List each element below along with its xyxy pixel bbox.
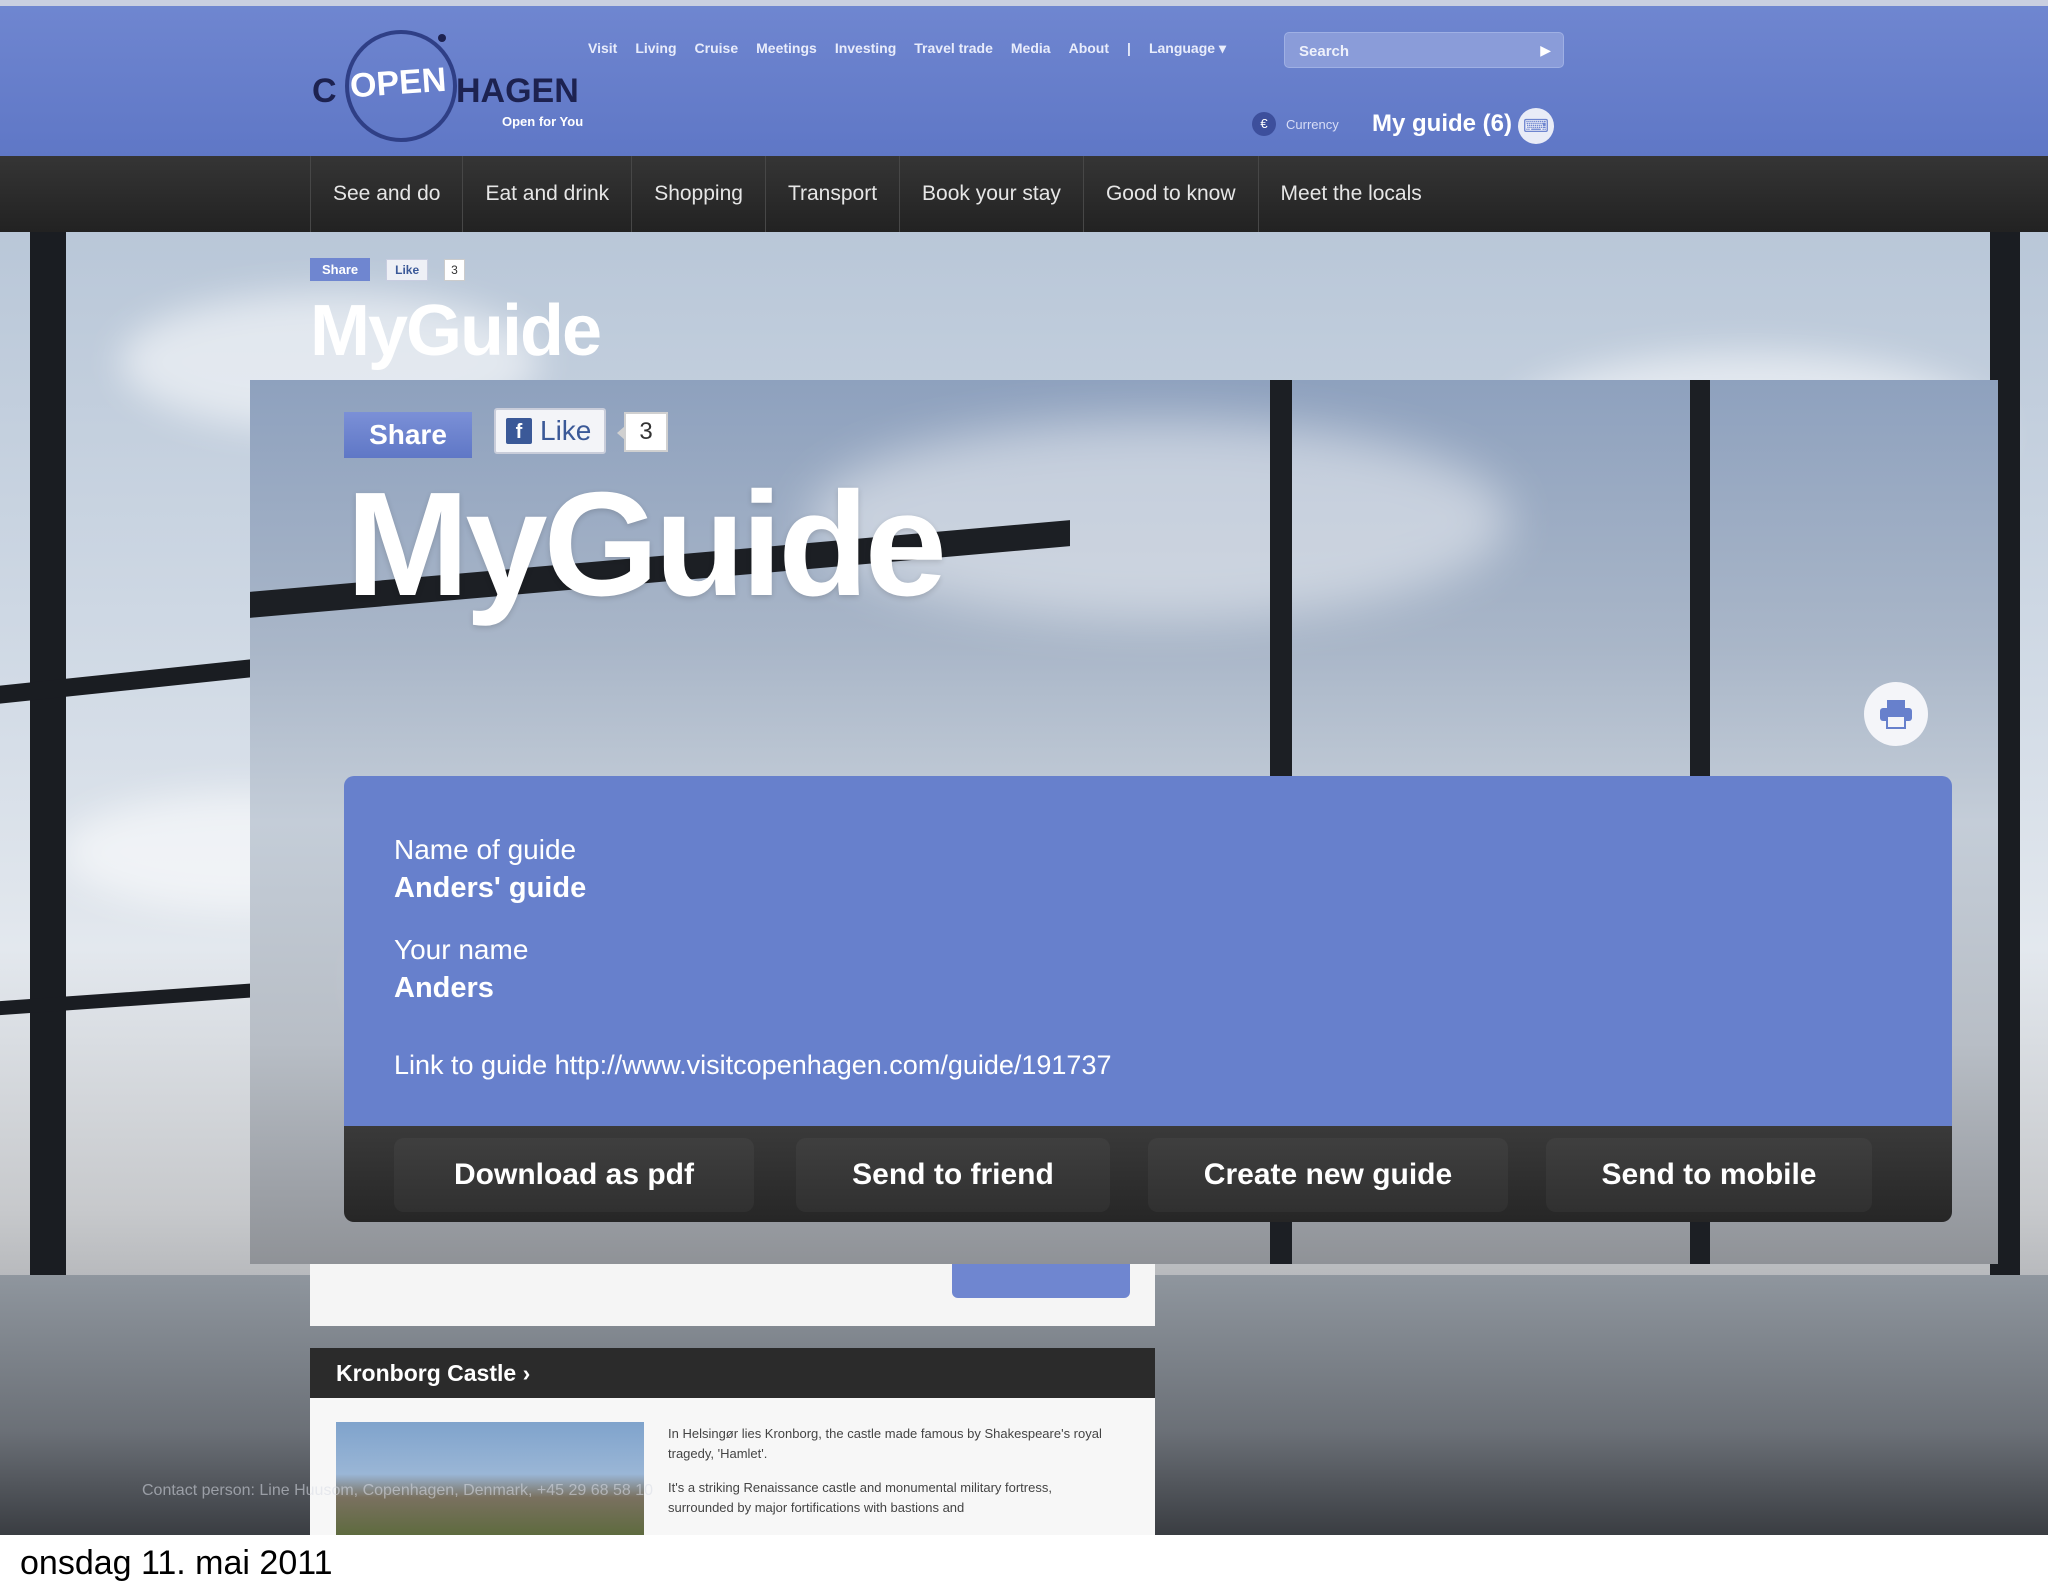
top-nav-living[interactable]: Living <box>635 40 676 57</box>
facebook-icon: f <box>506 418 532 444</box>
listing-header[interactable]: Kronborg Castle › <box>310 1348 1155 1398</box>
search-box: ▶ <box>1284 32 1564 68</box>
guide-name-label: Name of guide <box>394 834 577 865</box>
listing-text: In Helsingør lies Kronborg, the castle m… <box>668 1424 1108 1532</box>
like-label: Like <box>540 415 592 446</box>
euro-circle-icon: € <box>1252 112 1276 136</box>
your-name-label: Your name <box>394 934 529 965</box>
small-page-title: MyGuide <box>310 291 602 371</box>
send-to-friend-button[interactable]: Send to friend <box>796 1138 1110 1212</box>
download-pdf-button[interactable]: Download as pdf <box>394 1138 754 1212</box>
top-nav-media[interactable]: Media <box>1011 40 1051 57</box>
search-input[interactable] <box>1299 40 1519 62</box>
like-count: 3 <box>617 412 668 452</box>
your-name-value: Anders <box>394 972 494 1004</box>
listing-text-1: In Helsingør lies Kronborg, the castle m… <box>668 1426 1102 1461</box>
small-share-bar: Share Like 3 <box>310 258 465 281</box>
currency-label: Currency <box>1286 116 1339 132</box>
zoomed-guide-panel: Share f Like 3 MyGuide Name of guide And… <box>250 380 1998 1264</box>
top-nav-visit[interactable]: Visit <box>588 40 617 57</box>
small-like-count: 3 <box>444 258 465 281</box>
contact-footer: Contact person: Line Huusom, Copenhagen,… <box>142 1482 653 1499</box>
slide-date: onsdag 11. mai 2011 <box>20 1544 333 1582</box>
guide-link[interactable]: Link to guide http://www.visitcopenhagen… <box>394 1050 1111 1081</box>
category-shopping[interactable]: Shopping <box>631 156 765 232</box>
category-good-to-know[interactable]: Good to know <box>1082 156 1258 232</box>
page-title: MyGuide <box>346 462 947 627</box>
facebook-like-button[interactable]: f Like <box>494 408 606 454</box>
category-book-your-stay[interactable]: Book your stay <box>899 156 1083 232</box>
copenhagen-logo[interactable]: C OPEN HAGEN Open for You <box>310 26 610 146</box>
top-nav-investing[interactable]: Investing <box>835 40 896 57</box>
small-share-button[interactable]: Share <box>310 258 371 281</box>
top-nav-divider: | <box>1127 40 1131 56</box>
guide-name-value: Anders' guide <box>394 872 587 904</box>
top-nav-cruise[interactable]: Cruise <box>695 40 739 57</box>
top-nav-language[interactable]: Language ▾ <box>1149 40 1226 57</box>
small-like-button[interactable]: Like <box>386 258 429 281</box>
create-new-guide-button[interactable]: Create new guide <box>1148 1138 1508 1212</box>
guide-action-bar: Download as pdf Send to friend Create ne… <box>344 1126 1952 1222</box>
my-guide-link[interactable]: My guide (6) <box>1372 110 1512 138</box>
category-nav: See and do Eat and drink Shopping Transp… <box>0 156 2048 232</box>
top-nav-travel-trade[interactable]: Travel trade <box>914 40 993 57</box>
category-meet-the-locals[interactable]: Meet the locals <box>1257 156 1444 232</box>
top-nav-about[interactable]: About <box>1069 40 1109 57</box>
send-to-mobile-button[interactable]: Send to mobile <box>1546 1138 1872 1212</box>
top-nav: Visit Living Cruise Meetings Investing T… <box>588 40 1244 57</box>
listing-title[interactable]: Kronborg Castle › <box>336 1360 530 1387</box>
listing-card-button[interactable] <box>952 1262 1130 1298</box>
listing-text-2: It's a striking Renaissance castle and m… <box>668 1480 1052 1515</box>
guide-info-panel: Name of guide Anders' guide Your name An… <box>344 776 1952 1126</box>
keyboard-icon[interactable]: ⌨ <box>1518 108 1554 144</box>
category-eat-and-drink[interactable]: Eat and drink <box>462 156 631 232</box>
screenshot-stage: C OPEN HAGEN Open for You Visit Living C… <box>0 0 2048 1535</box>
play-arrow-icon[interactable]: ▶ <box>1540 42 1551 59</box>
category-transport[interactable]: Transport <box>764 156 899 232</box>
site-header: C OPEN HAGEN Open for You Visit Living C… <box>0 0 2048 156</box>
printer-icon[interactable] <box>1864 682 1928 746</box>
category-see-and-do[interactable]: See and do <box>310 156 462 232</box>
share-button[interactable]: Share <box>344 412 472 458</box>
currency-selector[interactable]: € Currency <box>1252 112 1339 136</box>
kronborg-castle-image[interactable] <box>336 1422 644 1535</box>
top-nav-meetings[interactable]: Meetings <box>756 40 817 57</box>
